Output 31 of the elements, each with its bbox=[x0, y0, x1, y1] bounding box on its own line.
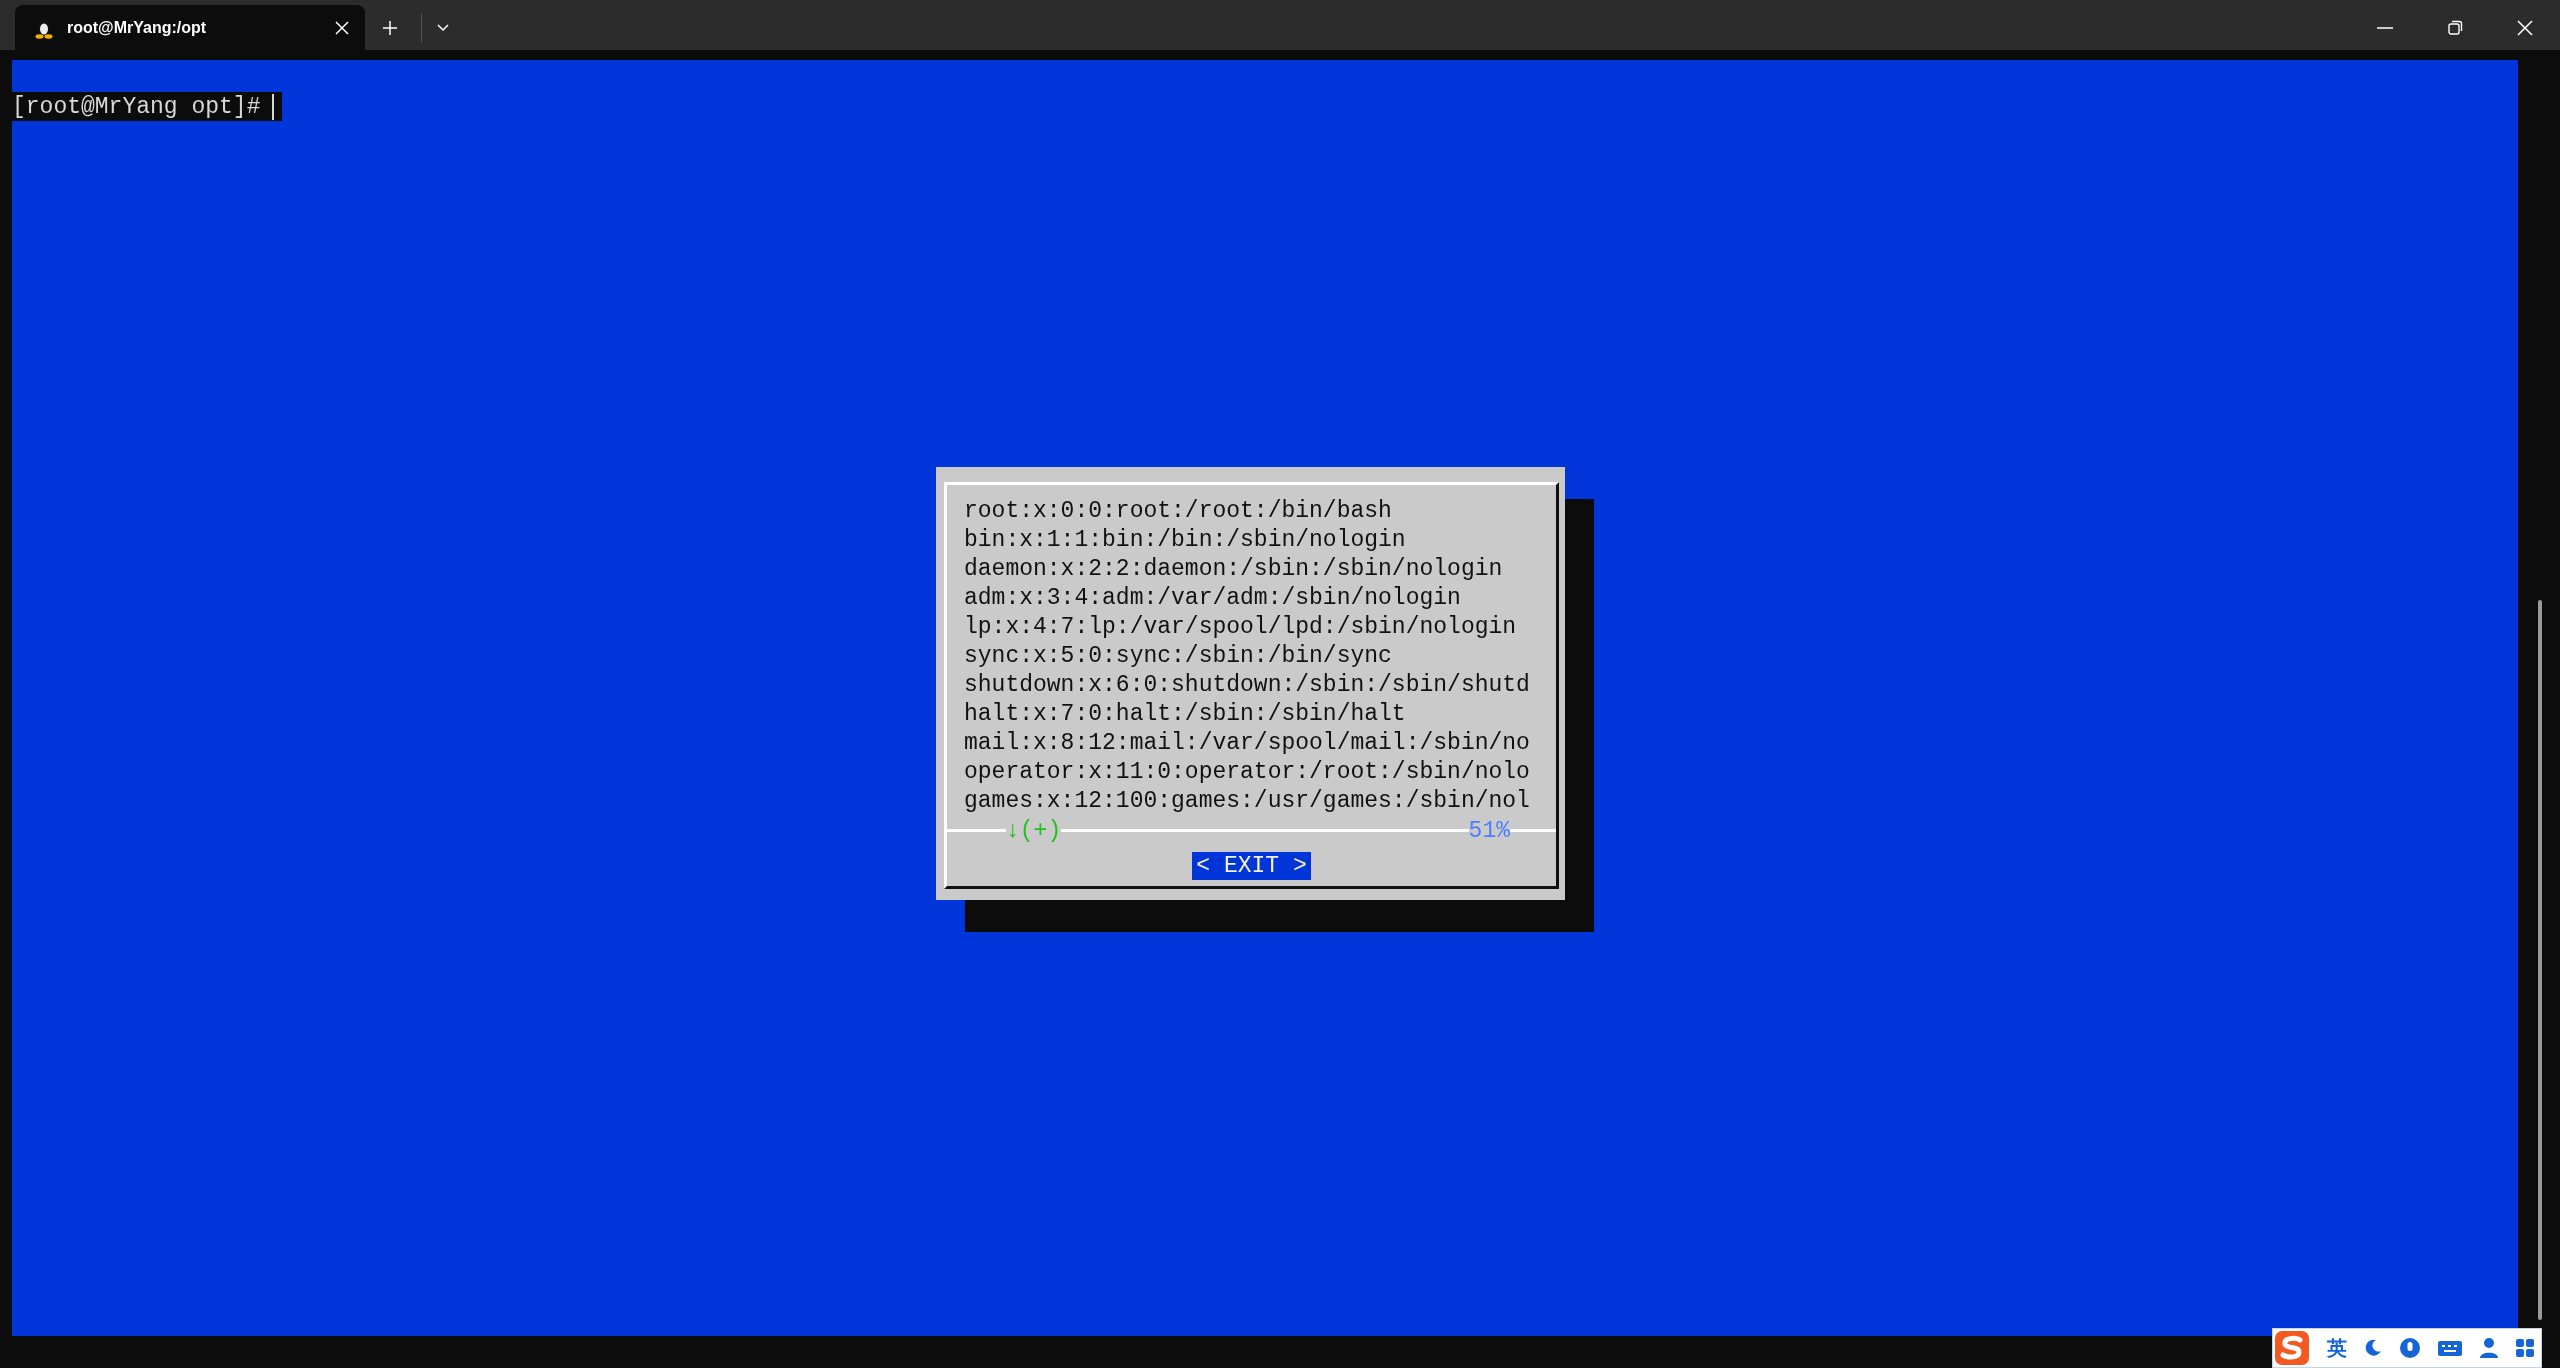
file-line: daemon:x:2:2:daemon:/sbin:/sbin/nologin bbox=[964, 555, 1504, 584]
moon-icon[interactable] bbox=[2363, 1338, 2383, 1358]
file-line: shutdown:x:6:0:shutdown:/sbin:/sbin/shutd bbox=[964, 671, 1531, 700]
file-line: mail:x:8:12:mail:/var/spool/mail:/sbin/no bbox=[964, 729, 1531, 758]
plus-icon[interactable] bbox=[382, 19, 398, 36]
microphone-icon[interactable] bbox=[2399, 1337, 2421, 1359]
scrollbar-thumb[interactable] bbox=[2538, 600, 2542, 1320]
file-line: root:x:0:0:root:/root:/bin/bash bbox=[964, 497, 1393, 526]
user-icon[interactable] bbox=[2479, 1337, 2499, 1359]
shell-prompt: [root@MrYang opt]# bbox=[12, 92, 283, 121]
text-cursor bbox=[272, 93, 275, 120]
file-line: lp:x:4:7:lp:/var/spool/lpd:/sbin/nologin bbox=[964, 613, 1518, 642]
exit-button[interactable]: < EXIT > bbox=[1192, 851, 1311, 880]
grid-icon[interactable] bbox=[2515, 1338, 2535, 1358]
keyboard-icon[interactable] bbox=[2437, 1338, 2463, 1358]
file-line: bin:x:1:1:bin:/bin:/sbin/nologin bbox=[964, 526, 1407, 555]
restore-icon[interactable] bbox=[2447, 20, 2463, 35]
close-icon[interactable] bbox=[2517, 19, 2533, 36]
input-mode[interactable]: 英 bbox=[2327, 1334, 2347, 1362]
scroll-indicator: ↓(+) bbox=[1006, 817, 1062, 844]
minimize-icon[interactable] bbox=[2377, 26, 2393, 29]
file-line: operator:x:11:0:operator:/root:/sbin/nolo bbox=[964, 758, 1531, 787]
file-line: games:x:12:100:games:/usr/games:/sbin/nol bbox=[964, 787, 1531, 816]
terminal-tab[interactable]: root@MrYang:/opt bbox=[15, 5, 365, 50]
close-icon[interactable] bbox=[335, 20, 349, 35]
logo-icon[interactable] bbox=[2273, 1329, 2311, 1367]
file-line: sync:x:5:0:sync:/sbin:/bin/sync bbox=[964, 642, 1393, 671]
file-line: adm:x:3:4:adm:/var/adm:/sbin/nologin bbox=[964, 584, 1462, 613]
chevron-down-icon[interactable] bbox=[437, 23, 449, 32]
file-line: halt:x:7:0:halt:/sbin:/sbin/halt bbox=[964, 700, 1407, 729]
tab-title: root@MrYang:/opt bbox=[67, 18, 208, 37]
